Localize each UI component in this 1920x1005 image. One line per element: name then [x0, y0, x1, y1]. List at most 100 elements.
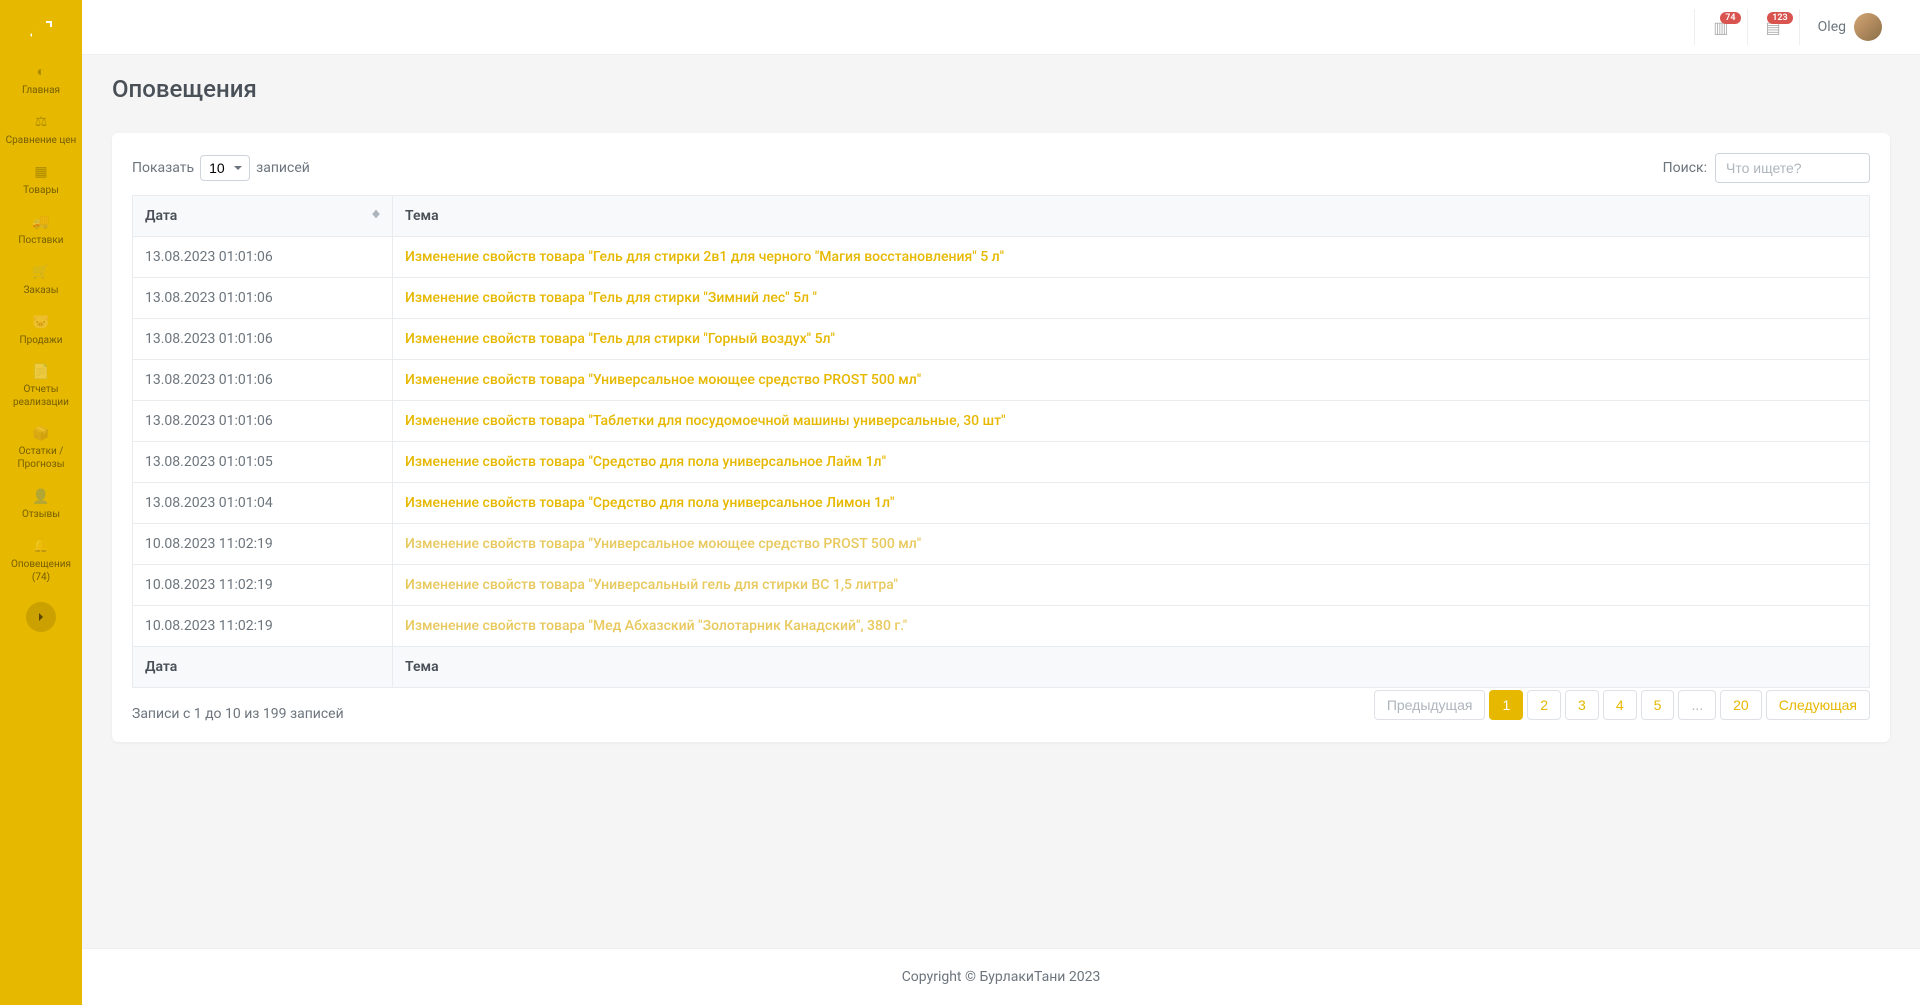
col-header-topic[interactable]: Тема [393, 196, 1870, 237]
table-row: 13.08.2023 01:01:06 Изменение свойств тов… [133, 319, 1870, 360]
sidebar-toggle-button[interactable] [26, 602, 56, 632]
row-topic-link[interactable]: Изменение свойств товара "Гель для стирк… [405, 331, 835, 347]
sidebar-item-reports[interactable]: 📄 Отчеты реализации [0, 355, 82, 417]
avatar [1854, 13, 1882, 41]
user-edit-icon: 👤 [32, 488, 49, 506]
col-footer-date: Дата [133, 647, 393, 688]
search-label: Поиск: [1663, 160, 1707, 176]
row-date: 10.08.2023 11:02:19 [133, 606, 393, 647]
length-suffix: записей [256, 160, 310, 176]
row-topic-link[interactable]: Изменение свойств товара "Гель для стирк… [405, 249, 1004, 265]
table-info: Записи с 1 до 10 из 199 записей [132, 706, 344, 722]
row-topic-link[interactable]: Изменение свойств товара "Универсальное … [405, 536, 921, 552]
header-user[interactable]: Oleg [1799, 9, 1900, 45]
row-date: 13.08.2023 01:01:04 [133, 483, 393, 524]
sidebar-item-label: Заказы [23, 284, 58, 297]
notifications-card: Показать 10 записей Поиск: [112, 133, 1890, 742]
row-date: 13.08.2023 01:01:06 [133, 278, 393, 319]
length-select[interactable]: 10 [200, 155, 250, 181]
row-date: 13.08.2023 01:01:06 [133, 360, 393, 401]
sidebar-item-sales[interactable]: 🐷 Продажи [0, 305, 82, 355]
col-footer-topic: Тема [393, 647, 1870, 688]
row-date: 13.08.2023 01:01:06 [133, 401, 393, 442]
search-input[interactable] [1715, 153, 1870, 183]
page-button-4[interactable]: 4 [1603, 690, 1637, 720]
header-notifications-2[interactable]: ▤ 123 [1747, 9, 1799, 45]
page-title: Оповещения [112, 75, 1890, 103]
header: ▥ 74 ▤ 123 Oleg [82, 0, 1920, 55]
chevron-right-icon [36, 612, 46, 622]
table-row: 13.08.2023 01:01:06 Изменение свойств тов… [133, 237, 1870, 278]
table-row: 13.08.2023 01:01:06 Изменение свойств тов… [133, 401, 1870, 442]
barcode-icon: ▦ [34, 163, 47, 181]
header-notifications-1[interactable]: ▥ 74 [1694, 9, 1746, 45]
row-topic: Изменение свойств товара "Универсальное … [393, 360, 1870, 401]
sidebar-item-orders[interactable]: 🛒 Заказы [0, 255, 82, 305]
sidebar-logo[interactable] [0, 0, 82, 55]
sidebar-item-supplies[interactable]: 🚚 Поставки [0, 205, 82, 255]
col-header-date[interactable]: Дата [133, 196, 393, 237]
page-button-2[interactable]: 2 [1527, 690, 1561, 720]
scale-icon: ⚖ [35, 113, 48, 131]
row-topic: Изменение свойств товара "Таблетки для п… [393, 401, 1870, 442]
bell-icon: 🔔 [32, 537, 49, 555]
sidebar-item-notifications[interactable]: 🔔 Оповещения (74) [0, 529, 82, 591]
row-date: 10.08.2023 11:02:19 [133, 565, 393, 606]
stack-icon: ▤ 123 [1766, 18, 1781, 37]
pagination: Предыдущая 12345...20 Следующая [1374, 690, 1870, 720]
table-row: 13.08.2023 01:01:06 Изменение свойств тов… [133, 360, 1870, 401]
row-date: 13.08.2023 01:01:06 [133, 237, 393, 278]
table-row: 10.08.2023 11:02:19Изменение свойств тов… [133, 524, 1870, 565]
doc-icon: 📄 [32, 363, 49, 381]
page-button-1[interactable]: 1 [1489, 690, 1523, 720]
sidebar: ◐ Главная ⚖ Сравнение цен ▦ Товары 🚚 Пос… [0, 0, 82, 1005]
row-topic: Изменение свойств товара "Универсальный … [393, 565, 1870, 606]
sidebar-item-label: Продажи [19, 334, 62, 347]
sidebar-item-label: Отчеты реализации [4, 383, 78, 409]
truck-icon: 🚚 [32, 213, 49, 231]
logo-icon [29, 16, 53, 40]
piggy-icon: 🐷 [32, 313, 49, 331]
sidebar-item-label: Главная [22, 84, 60, 97]
sidebar-item-compare[interactable]: ⚖ Сравнение цен [0, 105, 82, 155]
layers-icon: ▥ 74 [1713, 18, 1728, 37]
badge-count-2: 123 [1767, 12, 1792, 24]
page-button-20[interactable]: 20 [1720, 690, 1762, 720]
page-ellipsis: ... [1678, 690, 1716, 720]
row-topic-link[interactable]: Изменение свойств товара "Средство для п… [405, 454, 886, 470]
box-icon: 📦 [32, 425, 49, 443]
row-topic: Изменение свойств товара "Гель для стирк… [393, 237, 1870, 278]
search-control: Поиск: [1663, 153, 1870, 183]
sidebar-item-label: Товары [23, 184, 59, 197]
sidebar-item-label: Оповещения (74) [4, 558, 78, 584]
table-row: 10.08.2023 11:02:19 Изменение свойств тов… [133, 606, 1870, 647]
row-topic-link[interactable]: Изменение свойств товара "Универсальный … [405, 577, 898, 593]
page-next-button[interactable]: Следующая [1766, 690, 1870, 720]
row-topic-link[interactable]: Изменение свойств товара "Средство для п… [405, 495, 894, 511]
row-topic-link[interactable]: Изменение свойств товара "Гель для стирк… [405, 290, 817, 306]
table-row: 13.08.2023 01:01:05 Изменение свойств тов… [133, 442, 1870, 483]
row-topic-link[interactable]: Изменение свойств товара "Универсальное … [405, 372, 921, 388]
row-topic-link[interactable]: Изменение свойств товара "Мед Абхазский … [405, 618, 907, 634]
page-prev-button[interactable]: Предыдущая [1374, 690, 1486, 720]
footer: Copyright © БурлакиТани 2023 [82, 948, 1920, 1005]
sidebar-nav: ◐ Главная ⚖ Сравнение цен ▦ Товары 🚚 Пос… [0, 55, 82, 592]
sidebar-item-reviews[interactable]: 👤 Отзывы [0, 479, 82, 529]
notifications-table: Дата Тема 13.08.2023 01:01:06 Изменение с… [132, 195, 1870, 688]
sidebar-item-label: Остатки / Прогнозы [4, 445, 78, 471]
sidebar-item-stock[interactable]: 📦 Остатки / Прогнозы [0, 417, 82, 479]
sidebar-item-products[interactable]: ▦ Товары [0, 155, 82, 205]
row-topic-link[interactable]: Изменение свойств товара "Таблетки для п… [405, 413, 1006, 429]
row-topic: Изменение свойств товара "Средство для п… [393, 483, 1870, 524]
sidebar-item-label: Поставки [18, 234, 63, 247]
page-button-5[interactable]: 5 [1641, 690, 1675, 720]
page-button-3[interactable]: 3 [1565, 690, 1599, 720]
cart-icon: 🛒 [32, 263, 49, 281]
content: Оповещения Показать 10 записей Поиск: [82, 55, 1920, 948]
table-row: 13.08.2023 01:01:06 Изменение свойств тов… [133, 278, 1870, 319]
row-date: 13.08.2023 01:01:06 [133, 319, 393, 360]
sidebar-item-home[interactable]: ◐ Главная [0, 55, 82, 105]
row-date: 13.08.2023 01:01:05 [133, 442, 393, 483]
badge-count-1: 74 [1720, 12, 1740, 24]
user-name: Oleg [1818, 19, 1846, 35]
